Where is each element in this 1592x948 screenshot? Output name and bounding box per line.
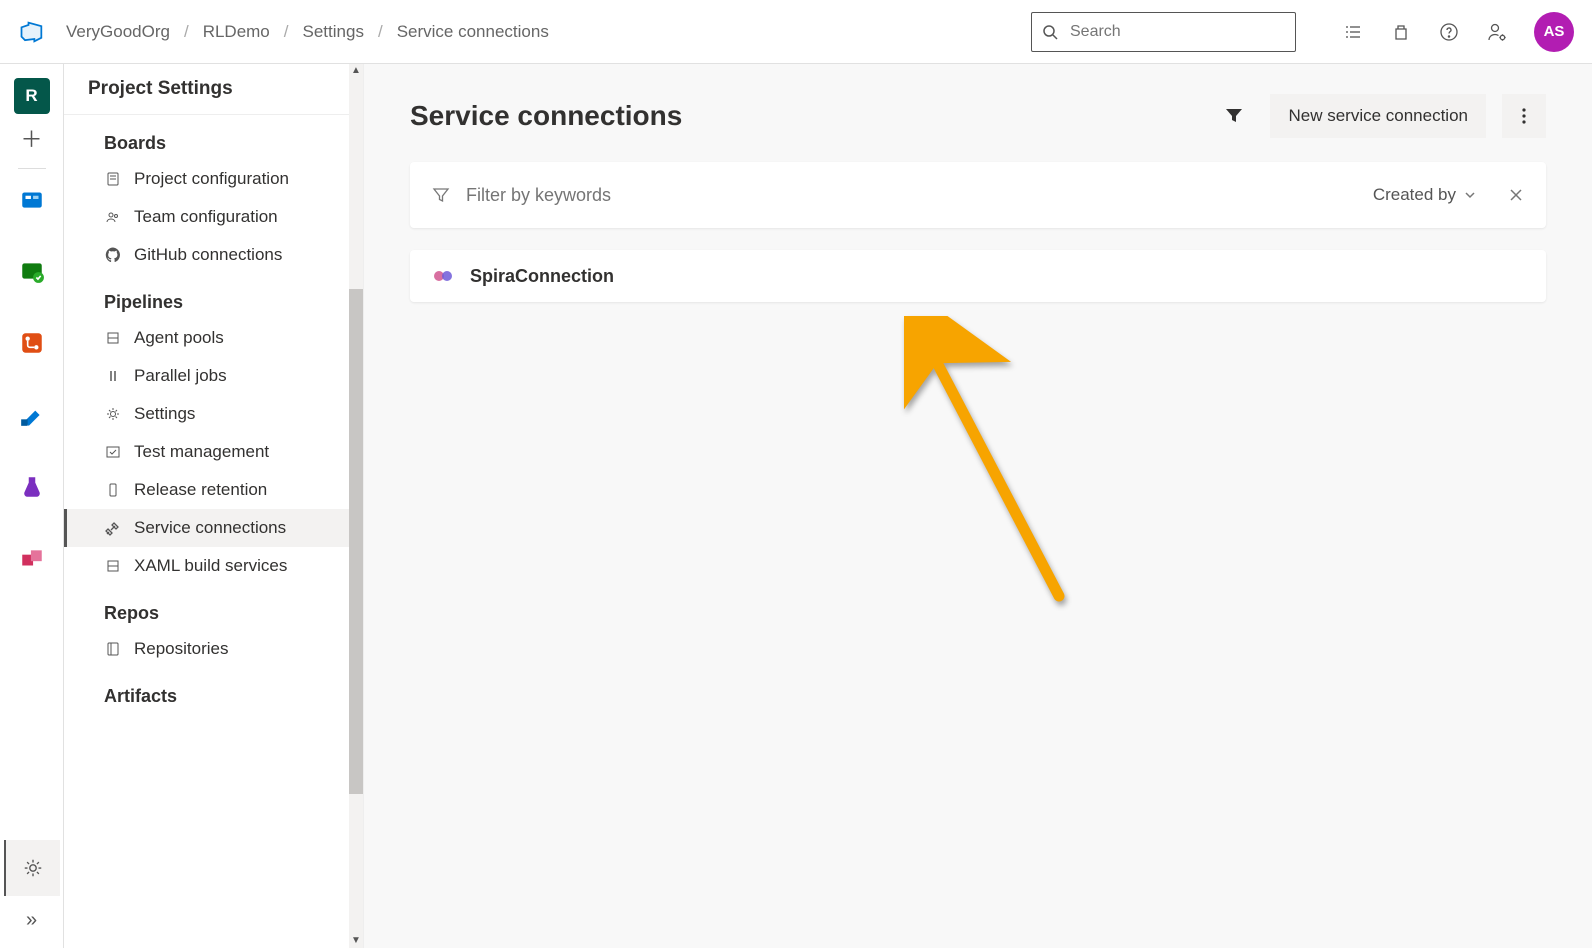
connection-row[interactable]: SpiraConnection	[410, 250, 1546, 302]
annotation-arrow	[904, 316, 1084, 616]
nav-release-retention[interactable]: Release retention	[64, 471, 363, 509]
settings-title: Project Settings	[64, 64, 363, 115]
sort-dropdown[interactable]: Created by	[1373, 185, 1476, 205]
scrollbar-thumb[interactable]	[349, 289, 363, 794]
marketplace-icon[interactable]	[1390, 21, 1412, 43]
nav-label: Repositories	[134, 639, 229, 659]
global-search-input[interactable]	[1068, 22, 1285, 42]
gear-icon	[104, 405, 122, 423]
page-title: Service connections	[410, 100, 682, 132]
nav-label: XAML build services	[134, 556, 287, 576]
new-connection-button[interactable]: New service connection	[1270, 94, 1486, 138]
filter-toggle-button[interactable]	[1214, 96, 1254, 136]
nav-label: Agent pools	[134, 328, 224, 348]
breadcrumb-project[interactable]: RLDemo	[203, 22, 270, 42]
more-actions-button[interactable]	[1502, 94, 1546, 138]
rail-artifacts-icon[interactable]	[14, 541, 50, 577]
connection-type-icon	[432, 265, 454, 287]
nav-label: Team configuration	[134, 207, 278, 227]
nav-repositories[interactable]: Repositories	[64, 630, 363, 668]
nav-service-connections[interactable]: Service connections	[64, 509, 363, 547]
page-title-row: Service connections New service connecti…	[410, 94, 1546, 138]
work-items-icon[interactable]	[1342, 21, 1364, 43]
connection-name: SpiraConnection	[470, 266, 614, 287]
rail-project-settings-icon[interactable]	[4, 840, 60, 896]
filter-icon	[432, 186, 450, 204]
settings-sidebar: ▲ ▼ Project Settings Boards Project conf…	[64, 64, 364, 948]
rail-testplans-icon[interactable]	[14, 469, 50, 505]
nav-team-configuration[interactable]: Team configuration	[64, 198, 363, 236]
settings-group-artifacts: Artifacts	[64, 686, 363, 707]
nav-pipeline-settings[interactable]: Settings	[64, 395, 363, 433]
nav-label: Parallel jobs	[134, 366, 227, 386]
nav-agent-pools[interactable]: Agent pools	[64, 319, 363, 357]
nav-test-management[interactable]: Test management	[64, 433, 363, 471]
nav-project-configuration[interactable]: Project configuration	[64, 160, 363, 198]
rail-add-button[interactable]: ＋	[14, 120, 50, 156]
settings-group-repos: Repos	[64, 603, 363, 624]
nav-label: GitHub connections	[134, 245, 282, 265]
breadcrumb-settings[interactable]: Settings	[303, 22, 364, 42]
left-icon-rail: R ＋ »	[0, 64, 64, 948]
user-settings-icon[interactable]	[1486, 21, 1508, 43]
repo-icon	[104, 640, 122, 658]
help-icon[interactable]	[1438, 21, 1460, 43]
nav-label: Test management	[134, 442, 269, 462]
chevron-down-icon	[1464, 189, 1476, 201]
rail-expand-icon[interactable]: »	[14, 902, 50, 938]
team-icon	[104, 208, 122, 226]
filter-input[interactable]	[464, 184, 1359, 207]
scrollbar-up-arrow[interactable]: ▲	[349, 64, 363, 78]
top-header: VeryGoodOrg / RLDemo / Settings / Servic…	[0, 0, 1592, 64]
doc-icon	[104, 170, 122, 188]
rail-divider	[18, 168, 46, 169]
scrollbar-down-arrow[interactable]: ▼	[349, 934, 363, 948]
rail-project-tile[interactable]: R	[14, 78, 50, 114]
nav-xaml-build[interactable]: XAML build services	[64, 547, 363, 585]
server-icon	[104, 557, 122, 575]
global-search[interactable]	[1031, 12, 1296, 52]
nav-label: Release retention	[134, 480, 267, 500]
main-content: Service connections New service connecti…	[364, 64, 1592, 948]
breadcrumb-org[interactable]: VeryGoodOrg	[66, 22, 170, 42]
sort-label: Created by	[1373, 185, 1456, 205]
nav-github-connections[interactable]: GitHub connections	[64, 236, 363, 274]
avatar[interactable]: AS	[1534, 12, 1574, 52]
nav-label: Settings	[134, 404, 195, 424]
nav-label: Project configuration	[134, 169, 289, 189]
azure-devops-logo-icon[interactable]	[18, 18, 46, 46]
nav-label: Service connections	[134, 518, 286, 538]
breadcrumb-separator: /	[184, 22, 189, 42]
search-icon	[1042, 24, 1058, 40]
breadcrumb-separator: /	[284, 22, 289, 42]
settings-group-boards: Boards	[64, 133, 363, 154]
plug-icon	[104, 519, 122, 537]
rail-repos-icon[interactable]	[14, 325, 50, 361]
server-icon	[104, 329, 122, 347]
breadcrumb-separator: /	[378, 22, 383, 42]
nav-parallel-jobs[interactable]: Parallel jobs	[64, 357, 363, 395]
rail-boards-icon[interactable]	[14, 181, 50, 217]
rail-pipelines-icon[interactable]	[14, 397, 50, 433]
parallel-icon	[104, 367, 122, 385]
clear-filter-button[interactable]	[1508, 187, 1524, 203]
top-icon-bar: AS	[1342, 12, 1574, 52]
filter-bar: Created by	[410, 162, 1546, 228]
github-icon	[104, 246, 122, 264]
settings-group-pipelines: Pipelines	[64, 292, 363, 313]
rail-worktracking-icon[interactable]	[14, 253, 50, 289]
test-icon	[104, 443, 122, 461]
breadcrumb: VeryGoodOrg / RLDemo / Settings / Servic…	[66, 22, 549, 42]
device-icon	[104, 481, 122, 499]
breadcrumb-page[interactable]: Service connections	[397, 22, 549, 42]
